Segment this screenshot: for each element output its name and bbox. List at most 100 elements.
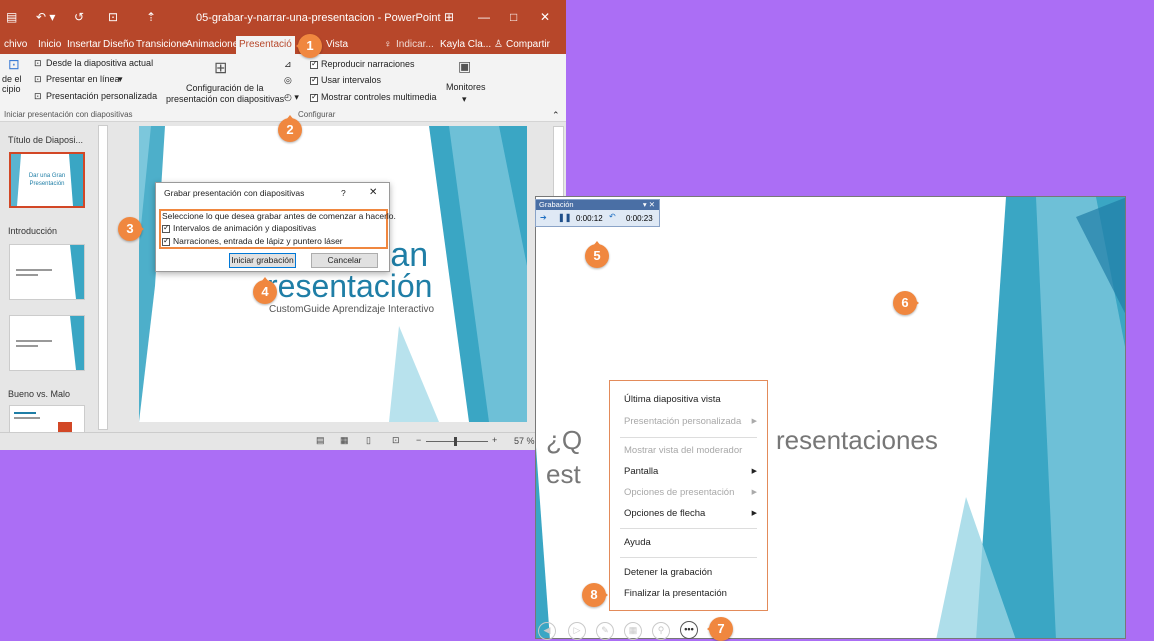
- pen-icon[interactable]: ✎: [596, 622, 614, 640]
- menu-custom-show: Presentación personalizada: [624, 416, 742, 427]
- sorter-view-icon[interactable]: ▦: [340, 435, 349, 446]
- timings-checkbox[interactable]: Intervalos de animación y diapositivas: [162, 223, 316, 233]
- cancel-button[interactable]: Cancelar: [311, 253, 378, 268]
- tell-me-input[interactable]: Indicar...: [396, 39, 434, 50]
- show-title-part1: ¿Q: [546, 425, 583, 455]
- menu-separator: [620, 528, 757, 529]
- record-slideshow-icon[interactable]: ◴ ▾: [284, 92, 299, 103]
- custom-show-button[interactable]: Presentación personalizada: [46, 91, 157, 101]
- play-narrations-checkbox[interactable]: Reproducir narraciones: [310, 59, 415, 69]
- user-name[interactable]: Kayla Cla...: [440, 39, 491, 50]
- from-beginning-label-1[interactable]: de el: [2, 74, 22, 84]
- slide-thumbnail-2[interactable]: [9, 244, 85, 300]
- menu-last-viewed[interactable]: Última diapositiva vista: [624, 394, 721, 405]
- setup-label-1[interactable]: Configuración de la: [186, 83, 264, 93]
- callout-badge-2: 2: [278, 115, 302, 142]
- tab-vista[interactable]: Vista: [326, 39, 348, 50]
- from-beginning-icon[interactable]: ⊡: [8, 56, 20, 73]
- see-all-slides-icon[interactable]: ▦: [624, 622, 642, 640]
- minimize-icon[interactable]: —: [478, 10, 490, 24]
- ribbon-display-icon[interactable]: ⊞: [444, 10, 454, 24]
- more-options-icon[interactable]: •••: [680, 621, 698, 639]
- tab-archivo[interactable]: chivo: [4, 39, 27, 50]
- help-button[interactable]: ?: [341, 188, 346, 198]
- section-good-bad[interactable]: Bueno vs. Malo: [8, 389, 70, 399]
- tab-presentacion[interactable]: Presentació: [236, 36, 295, 54]
- pause-icon[interactable]: ❚❚: [558, 213, 571, 222]
- present-online-button[interactable]: Presentar en línea: [46, 74, 120, 84]
- section-intro[interactable]: Introducción: [8, 226, 57, 236]
- submenu-arrow-icon: ▶: [751, 418, 757, 425]
- submenu-arrow-icon: ▶: [751, 489, 757, 496]
- tab-animaciones[interactable]: Animacione: [186, 39, 238, 50]
- undo-icon[interactable]: ↶ ▾: [36, 10, 55, 24]
- dialog-close-button[interactable]: ✕: [369, 187, 377, 198]
- redo-icon[interactable]: ↺: [74, 10, 84, 24]
- tab-insertar[interactable]: Insertar: [67, 39, 101, 50]
- group-start-label: Iniciar presentación con diapositivas: [4, 110, 133, 119]
- slide-thumbnail-3[interactable]: [9, 315, 85, 371]
- record-icon[interactable]: ◎: [284, 75, 292, 86]
- zoom-slider[interactable]: [426, 441, 488, 442]
- setup-label-2[interactable]: presentación con diapositivas: [166, 94, 284, 104]
- callout-badge-8: 8: [582, 583, 608, 607]
- status-bar: ▤ ▦ ▯ ⊡ − + 57 %: [0, 432, 566, 450]
- present-icon[interactable]: ⊡: [108, 10, 118, 24]
- normal-view-icon[interactable]: ▤: [316, 435, 325, 446]
- monitor-icon[interactable]: ▣: [458, 58, 471, 75]
- callout-badge-4: 4: [253, 277, 277, 304]
- collapse-ribbon-icon[interactable]: ⌃: [552, 110, 560, 121]
- start-recording-button[interactable]: Iniciar grabación: [229, 253, 296, 268]
- lightbulb-icon: ♀: [384, 39, 392, 50]
- thumbnail-scrollbar[interactable]: [98, 125, 108, 430]
- show-title-line2: est: [546, 459, 581, 489]
- next-slide-icon[interactable]: ▷: [568, 622, 586, 640]
- show-title-part2: resentaciones: [776, 425, 938, 455]
- zoom-icon[interactable]: ⚲: [652, 622, 670, 640]
- menu-screen[interactable]: Pantalla: [624, 466, 658, 477]
- monitors-button[interactable]: Monitores: [446, 82, 486, 92]
- record-dialog: Grabar presentación con diapositivas ? ✕…: [155, 182, 396, 272]
- previous-icon[interactable]: ◀: [538, 622, 556, 640]
- close-icon[interactable]: ✕: [540, 10, 550, 24]
- zoom-out-icon[interactable]: −: [416, 435, 421, 445]
- present-online-icon: ⊡: [34, 74, 42, 84]
- callout-badge-7: 7: [707, 617, 733, 641]
- tab-inicio[interactable]: Inicio: [38, 39, 61, 50]
- section-title-slide[interactable]: Título de Diaposi...: [8, 135, 83, 145]
- narrations-checkbox[interactable]: Narraciones, entrada de lápiz y puntero …: [162, 236, 343, 246]
- menu-separator: [620, 437, 757, 438]
- share-button[interactable]: Compartir: [506, 39, 550, 50]
- zoom-in-icon[interactable]: +: [492, 435, 497, 445]
- repeat-icon[interactable]: ↶: [609, 212, 616, 221]
- slide-thumbnail-1[interactable]: Dar una Gran Presentación: [9, 152, 85, 208]
- zoom-level[interactable]: 57 %: [514, 436, 535, 446]
- save-icon[interactable]: ▤: [6, 10, 17, 24]
- zoom-slider-thumb[interactable]: [454, 437, 457, 446]
- from-current-button[interactable]: Desde la diapositiva actual: [46, 58, 153, 68]
- svg-text:Dar una Gran: Dar una Gran: [29, 173, 65, 179]
- recording-close-icon[interactable]: ▾ ✕: [643, 200, 655, 210]
- powerpoint-window: ▤ ↶ ▾ ↺ ⊡ ⇡ 05-grabar-y-narrar-una-prese…: [0, 0, 566, 450]
- menu-arrow-options[interactable]: Opciones de flecha: [624, 508, 705, 519]
- use-timings-checkbox[interactable]: Usar intervalos: [310, 75, 381, 85]
- menu-stop-recording[interactable]: Detener la grabación: [624, 567, 712, 578]
- show-media-checkbox[interactable]: Mostrar controles multimedia: [310, 92, 437, 102]
- menu-presenter-view: Mostrar vista del moderador: [624, 445, 743, 456]
- slideshow-view-icon[interactable]: ⊡: [392, 435, 400, 446]
- customize-qat-icon[interactable]: ⇡: [146, 10, 156, 24]
- window-title: 05-grabar-y-narrar-una-presentacion - Po…: [196, 12, 441, 24]
- reading-view-icon[interactable]: ▯: [366, 435, 371, 446]
- from-beginning-label-2[interactable]: cipio: [2, 84, 21, 94]
- tab-diseno[interactable]: Diseño: [103, 39, 134, 50]
- maximize-icon[interactable]: □: [510, 10, 517, 24]
- slideshow-context-menu: Última diapositiva vista Presentación pe…: [609, 380, 768, 611]
- next-icon[interactable]: ➔: [540, 213, 547, 222]
- menu-help[interactable]: Ayuda: [624, 537, 651, 548]
- menu-end-show[interactable]: Finalizar la presentación: [624, 588, 727, 599]
- monitors-chevron-icon[interactable]: ▾: [462, 94, 467, 105]
- chevron-down-icon[interactable]: ▾: [118, 74, 123, 85]
- tab-transiciones[interactable]: Transicione: [136, 39, 187, 50]
- setup-show-icon[interactable]: ⊞: [214, 58, 227, 78]
- rehearse-icon[interactable]: ⊿: [284, 59, 292, 70]
